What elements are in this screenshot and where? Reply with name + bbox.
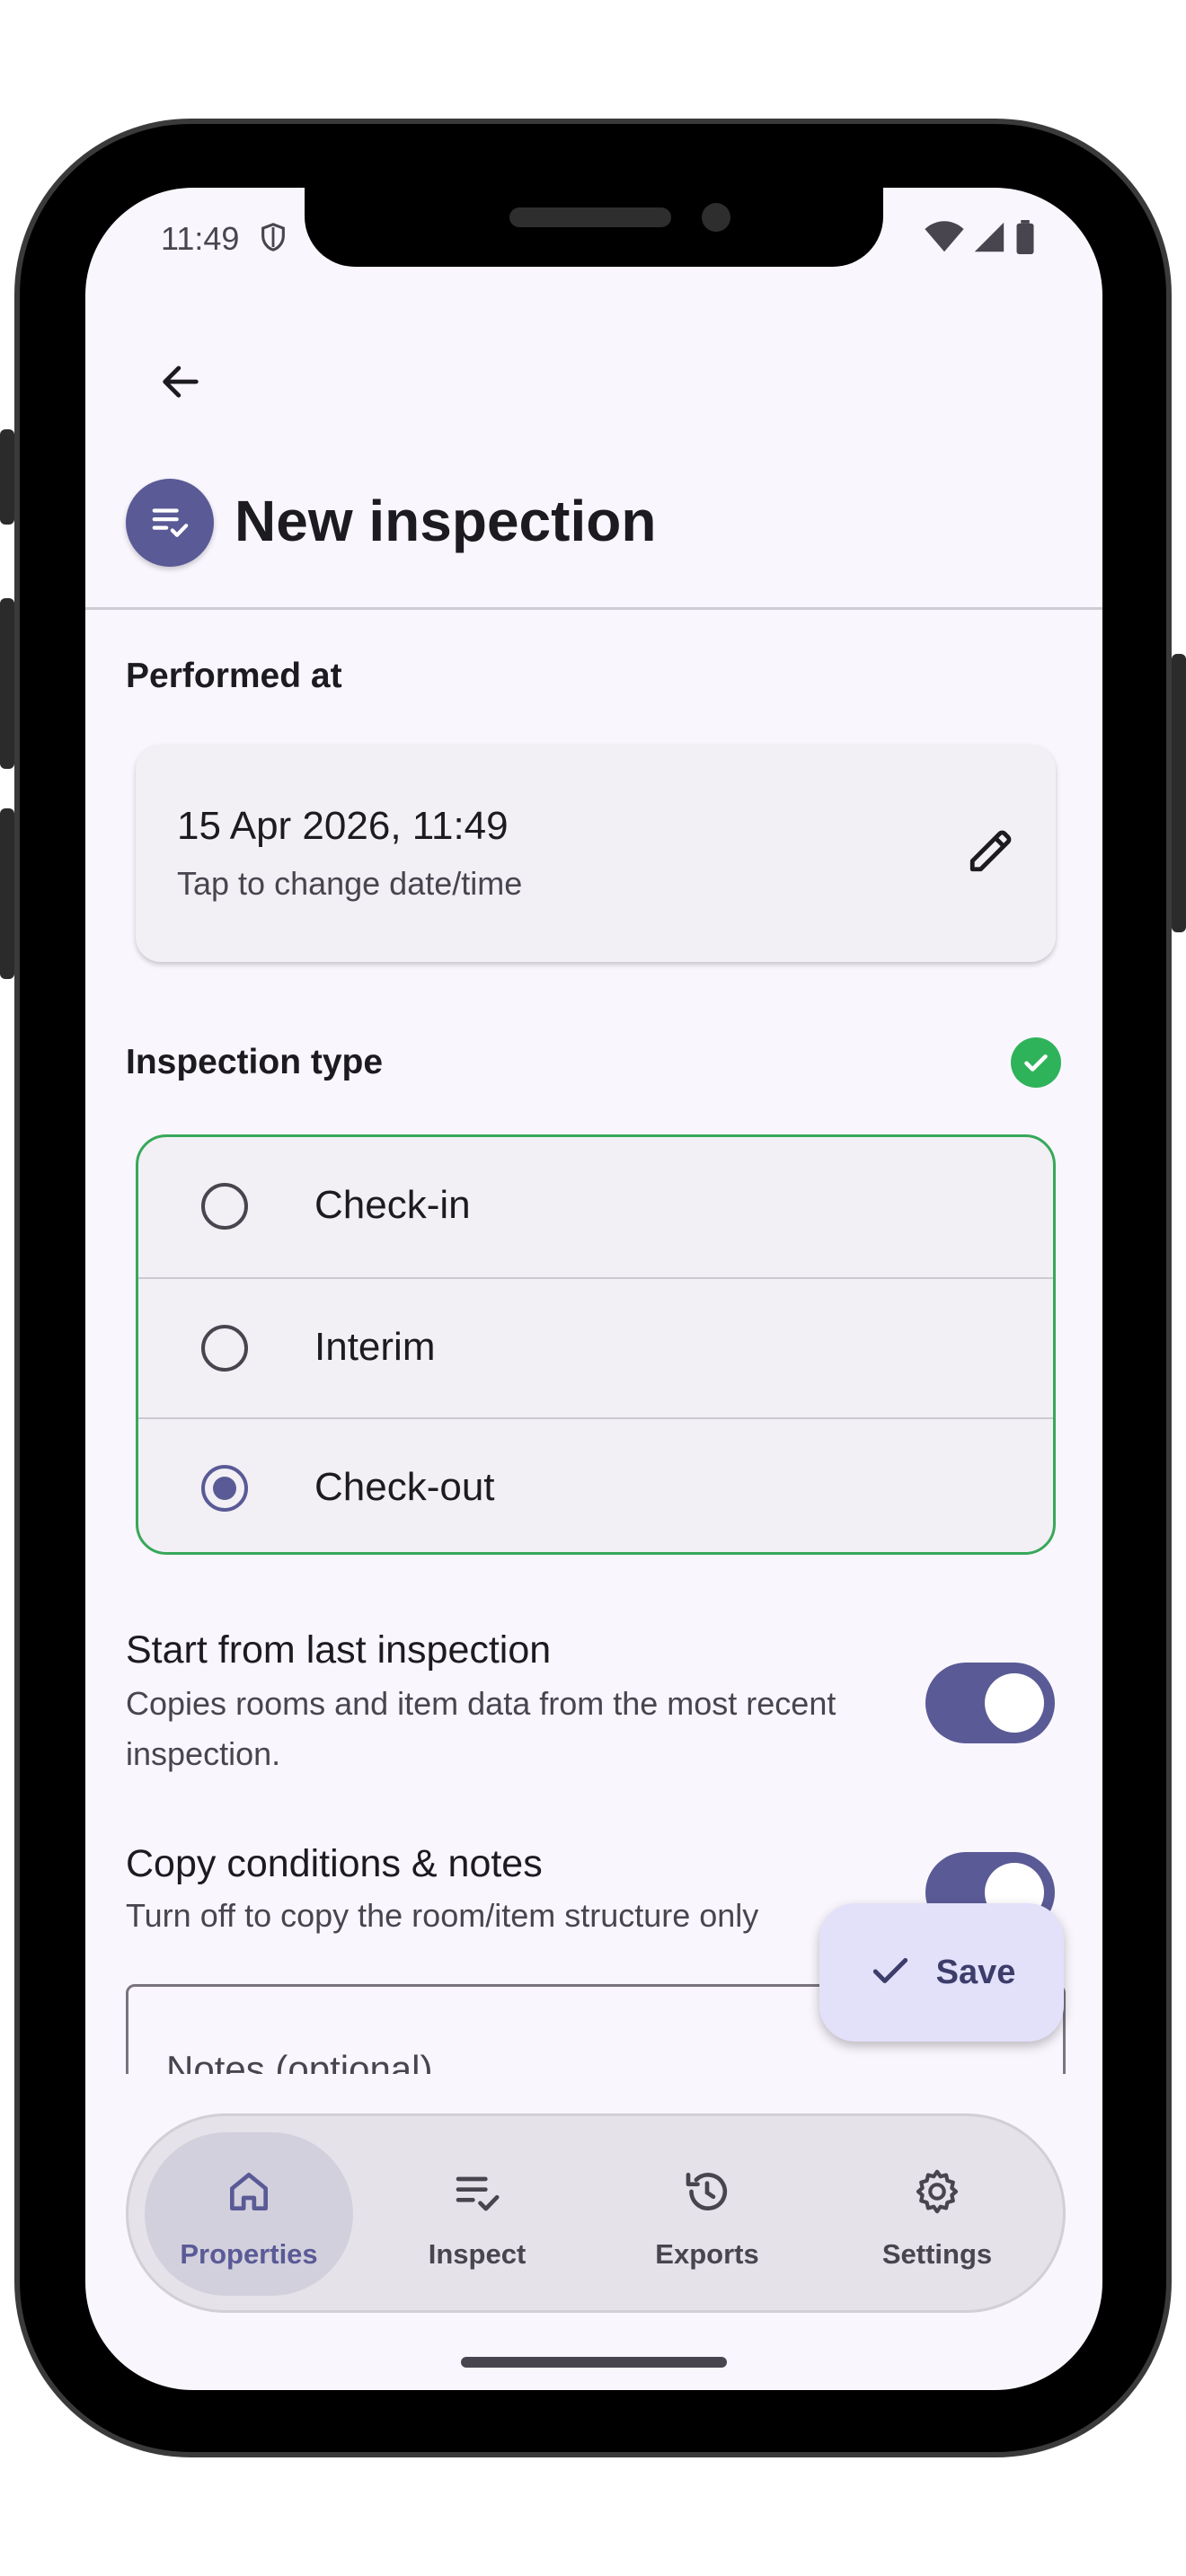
nav-item-properties[interactable]: Properties [145, 2132, 353, 2296]
pencil-icon[interactable] [966, 824, 1018, 880]
page-avatar [126, 479, 214, 567]
arrow-back-icon [157, 358, 204, 410]
volume-up-button [0, 598, 14, 769]
bottom-navigation: Properties Inspect Exports Settings [126, 2113, 1066, 2313]
nav-label: Settings [881, 2238, 993, 2270]
volume-down-button [0, 808, 14, 979]
radio-button[interactable] [201, 1325, 248, 1372]
radio-label: Interim [314, 1325, 436, 1369]
checklist-icon [373, 2166, 581, 2217]
date-time-card[interactable]: 15 Apr 2026, 11:49 Tap to change date/ti… [136, 745, 1056, 962]
back-button[interactable] [145, 348, 217, 419]
power-button [1172, 654, 1186, 932]
home-indicator[interactable] [461, 2357, 727, 2368]
radio-button[interactable] [201, 1183, 248, 1230]
radio-label: Check-in [314, 1183, 471, 1227]
shield-icon [258, 220, 288, 259]
radio-dot [213, 1477, 236, 1500]
save-label: Save [935, 1953, 1016, 1991]
nav-label: Properties [180, 2238, 318, 2270]
radio-option-check-out[interactable]: Check-out [138, 1417, 1053, 1552]
battery-icon [1014, 220, 1036, 259]
notch [305, 188, 883, 267]
home-icon [145, 2166, 353, 2217]
nav-item-exports[interactable]: Exports [603, 2132, 811, 2296]
playlist-check-icon [149, 500, 190, 546]
action-button [0, 429, 14, 525]
nav-label: Exports [655, 2238, 759, 2270]
status-time: 11:49 [161, 220, 240, 257]
radio-button-selected[interactable] [201, 1465, 248, 1512]
status-icons [925, 220, 1036, 259]
cellular-signal-icon [973, 221, 1005, 258]
front-camera [702, 203, 730, 232]
header-divider [85, 607, 1102, 610]
copy-conditions-title: Copy conditions & notes [126, 1842, 543, 1885]
page-title: New inspection [235, 489, 657, 553]
nav-label: Inspect [428, 2238, 527, 2270]
check-icon [868, 1948, 913, 1998]
start-from-last-description: Copies rooms and item data from the most… [126, 1685, 836, 1772]
nav-item-inspect[interactable]: Inspect [373, 2132, 581, 2296]
performed-at-label: Performed at [126, 657, 342, 695]
start-from-last-toggle[interactable] [925, 1663, 1055, 1743]
date-hint: Tap to change date/time [177, 865, 523, 902]
wifi-icon [925, 221, 964, 258]
inspection-type-label: Inspection type [126, 1043, 384, 1081]
copy-conditions-description: Turn off to copy the room/item structure… [126, 1897, 759, 1934]
start-from-last-title: Start from last inspection [126, 1628, 552, 1672]
radio-option-interim[interactable]: Interim [138, 1277, 1053, 1416]
save-button[interactable]: Save [819, 1903, 1064, 2042]
date-value: 15 Apr 2026, 11:49 [177, 804, 509, 848]
check-circle-icon [1011, 1037, 1061, 1088]
nav-item-settings[interactable]: Settings [833, 2132, 1041, 2296]
app-screen: 11:49 New inspection Performed at 15 Apr… [85, 188, 1102, 2390]
inspection-type-radio-group: Check-in Interim Check-out [136, 1134, 1056, 1555]
radio-option-check-in[interactable]: Check-in [138, 1137, 1053, 1275]
history-icon [603, 2166, 811, 2217]
speaker-grille [509, 207, 671, 227]
radio-label: Check-out [314, 1465, 495, 1509]
gear-icon [833, 2166, 1041, 2217]
toggle-knob [985, 1673, 1044, 1733]
notes-label: Notes (optional) [166, 2048, 433, 2074]
